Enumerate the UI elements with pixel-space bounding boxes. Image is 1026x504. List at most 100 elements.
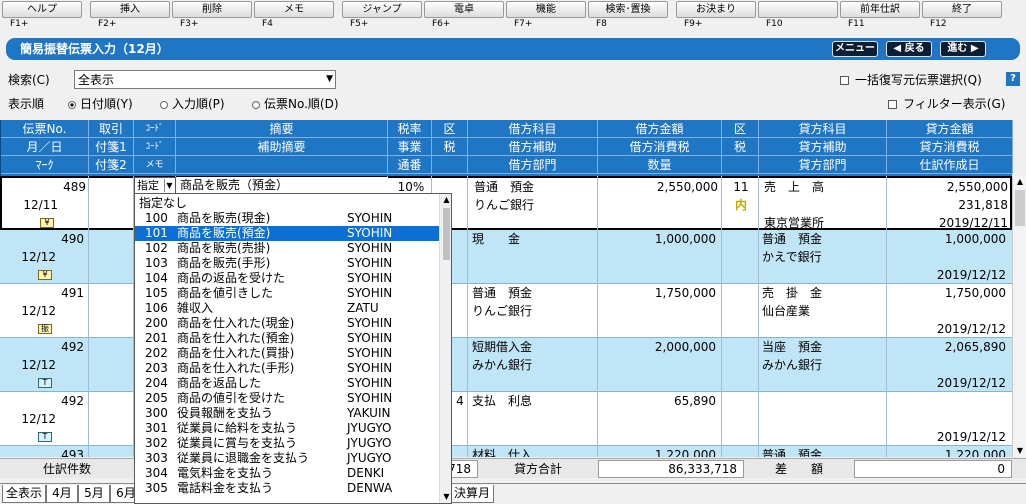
grid-line [758, 176, 759, 457]
header-cell: 税率 [388, 120, 432, 138]
fkey-button[interactable]: 挿入 [90, 1, 170, 18]
menu-button[interactable]: メニュー [832, 41, 878, 57]
credit-tax [888, 248, 1006, 266]
code-edit-cell[interactable]: 指定 ▼ 商品を販売（預金） [134, 177, 388, 194]
grid-scrollbar[interactable]: ▲ ▼ [1012, 176, 1026, 457]
fkey-button[interactable]: 削除 [172, 1, 252, 18]
mark-icon: ¥ [40, 218, 54, 228]
search-select-value: 全表示 [78, 73, 115, 87]
fkey-button[interactable]: 機能 [506, 1, 586, 18]
item-kana: DENWA [347, 481, 393, 495]
mark-icon: ¥ [38, 270, 52, 280]
order-input-radio[interactable]: 入力順(P) [160, 96, 225, 112]
scroll-up-icon[interactable]: ▲ [440, 194, 451, 206]
scroll-thumb[interactable] [1015, 190, 1025, 226]
fkey-button[interactable]: 前年仕訳 [840, 1, 920, 18]
fkey-button[interactable]: 電卓 [424, 1, 504, 18]
fkey-3[interactable]: 削除 F3+ [170, 0, 252, 34]
tab-april[interactable]: 4月 [46, 485, 78, 503]
credit-account: 売 掛 金 [762, 286, 823, 300]
search-select[interactable]: 全表示 ▼ [74, 70, 336, 89]
description-input[interactable]: 商品を販売（預金） [180, 177, 288, 194]
dropdown-item[interactable]: 302 従業員に賞与を支払う JYUGYO [135, 436, 439, 451]
fkey-1[interactable]: ヘルプ F1+ [0, 0, 82, 34]
order-number-radio[interactable]: 伝票No.順(D) [252, 96, 339, 112]
tab-may[interactable]: 5月 [78, 485, 110, 503]
item-code: 301 [145, 421, 168, 435]
order-date-label: 日付順(Y) [80, 97, 133, 111]
order-input-label: 入力順(P) [172, 97, 225, 111]
fkey-6[interactable]: 電卓 F6+ [422, 0, 504, 34]
debit-amount: 65,890 [674, 394, 716, 408]
filter-checkbox[interactable]: フィルター表示(G) [888, 96, 1005, 112]
fkey-2[interactable]: 挿入 F2+ [88, 0, 170, 34]
fkey-button[interactable]: お決まり [676, 1, 756, 18]
dropdown-item[interactable]: 100 商品を販売(現金) SYOHIN [135, 211, 439, 226]
item-code: 204 [145, 376, 168, 390]
fkey-code: F7+ [514, 19, 533, 29]
item-kana: DENKI [347, 466, 385, 480]
fkey-button[interactable]: ジャンプ [342, 1, 422, 18]
dropdown-item[interactable]: 203 商品を仕入れた(手形) SYOHIN [135, 361, 439, 376]
dropdown-item[interactable]: 204 商品を返品した SYOHIN [135, 376, 439, 391]
back-button[interactable]: ◀ 戻る [886, 41, 932, 57]
item-kana: JYUGYO [347, 451, 392, 465]
code-select[interactable]: 指定 ▼ [134, 177, 176, 194]
dropdown-item[interactable]: 104 商品の返品を受けた SYOHIN [135, 271, 439, 286]
item-name: 商品を返品した [177, 376, 262, 390]
dropdown-item[interactable]: 102 商品を販売(売掛) SYOHIN [135, 241, 439, 256]
tax-included [722, 410, 756, 428]
fkey-button[interactable]: ヘルプ [2, 1, 82, 18]
bulk-restore-checkbox[interactable]: 一括復写元伝票選択(Q) [840, 72, 982, 88]
fkey-5[interactable]: ジャンプ F5+ [340, 0, 422, 34]
fkey-button[interactable] [758, 1, 838, 18]
page-title: 簡易振替伝票入力（12月） [20, 42, 169, 56]
help-icon[interactable]: ? [1006, 72, 1020, 86]
dropdown-item[interactable]: 103 商品を販売(手形) SYOHIN [135, 256, 439, 271]
dropdown-item[interactable]: 106 雑収入 ZATU [135, 301, 439, 316]
fkey-code: F3+ [180, 19, 199, 29]
next-button[interactable]: 進む ▶ [940, 41, 986, 57]
dropdown-item[interactable]: 303 従業員に退職金を支払う JYUGYO [135, 451, 439, 466]
scroll-down-icon[interactable]: ▼ [1014, 445, 1026, 457]
debit-account: 支払 利息 [472, 394, 533, 408]
item-kana: ZATU [347, 301, 379, 315]
fkey-8[interactable]: 検索･置換 F8 [586, 0, 668, 34]
fkey-9[interactable]: お決まり F9+ [674, 0, 756, 34]
radio-off-icon [160, 100, 168, 109]
credit-tax [888, 302, 1006, 320]
dropdown-item[interactable]: 304 電気料金を支払う DENKI [135, 466, 439, 481]
fkey-button[interactable]: メモ [254, 1, 334, 18]
dropdown-item[interactable]: 101 商品を販売(預金) SYOHIN [135, 226, 439, 241]
dropdown-item[interactable]: 301 従業員に給料を支払う JYUGYO [135, 421, 439, 436]
dropdown-item[interactable]: 300 役員報酬を支払う YAKUIN [135, 406, 439, 421]
dropdown-item-none[interactable]: 指定なし [135, 196, 439, 211]
scroll-thumb[interactable] [443, 208, 450, 260]
fkey-4[interactable]: メモ F4 [252, 0, 334, 34]
dropdown-item[interactable]: 201 商品を仕入れた(預金) SYOHIN [135, 331, 439, 346]
dropdown-item[interactable]: 205 商品の値引を受けた SYOHIN [135, 391, 439, 406]
fkey-button[interactable]: 検索･置換 [588, 1, 668, 18]
dropdown-item[interactable]: 305 電話料金を支払う DENWA [135, 481, 439, 496]
voucher-date: 12/12 [21, 304, 56, 318]
function-key-bar: ヘルプ F1+ 挿入 F2+ 削除 F3+ メモ F4 ジャンプ F5+ 電卓 F6+ 機能 F7+ 検索･… [0, 0, 1026, 34]
description-dropdown[interactable]: 指定なし 100 商品を販売(現金) SYOHIN 101 商品を販売(預金) SYOHI… [134, 193, 452, 504]
fkey-button[interactable]: 終了 [922, 1, 1002, 18]
tax-category [722, 230, 756, 248]
fkey-11[interactable]: 前年仕訳 F11 [838, 0, 920, 34]
dropdown-item[interactable]: 202 商品を仕入れた(買掛) SYOHIN [135, 346, 439, 361]
bulk-restore-label: 一括復写元伝票選択(Q) [855, 73, 982, 87]
dropdown-scrollbar[interactable]: ▲ ▼ [439, 194, 451, 503]
fkey-12[interactable]: 終了 F12 [920, 0, 1002, 34]
tab-closing-month[interactable]: 決算月 [450, 485, 494, 503]
dropdown-item[interactable]: 105 商品を値引きした SYOHIN [135, 286, 439, 301]
dropdown-item[interactable]: 200 商品を仕入れた(現金) SYOHIN [135, 316, 439, 331]
credit-subaccount [762, 410, 884, 428]
fkey-7[interactable]: 機能 F7+ [504, 0, 586, 34]
scroll-up-icon[interactable]: ▲ [1014, 176, 1026, 188]
fkey-10[interactable]: F10 [756, 0, 838, 34]
tab-all[interactable]: 全表示 [2, 485, 46, 503]
order-date-radio[interactable]: 日付順(Y) [68, 96, 133, 112]
header-cell: 付箋1 [89, 138, 134, 156]
scroll-down-icon[interactable]: ▼ [440, 491, 451, 503]
